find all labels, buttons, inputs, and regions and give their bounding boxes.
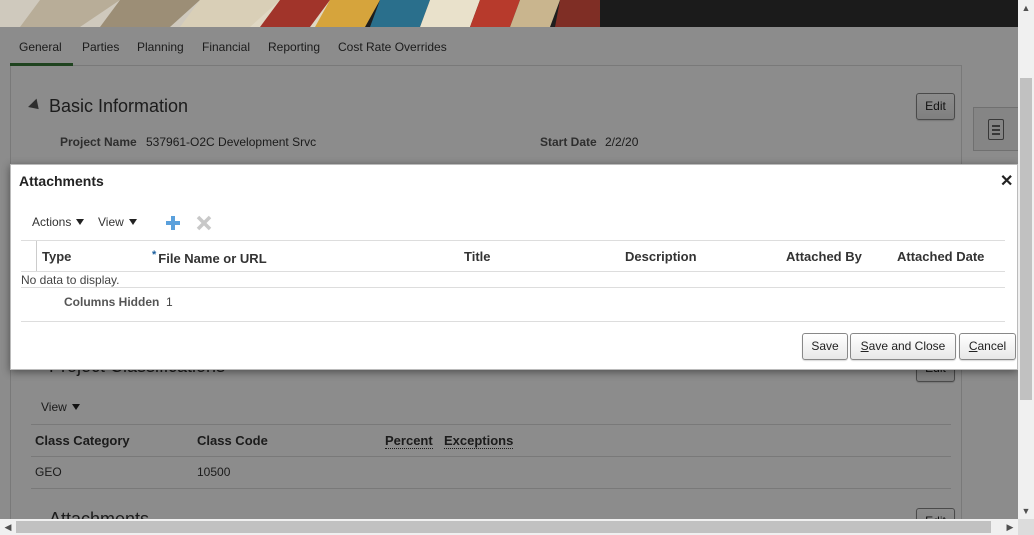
divider <box>21 271 1005 272</box>
actions-label: Actions <box>32 215 72 229</box>
add-icon[interactable] <box>165 215 181 231</box>
vertical-scroll-thumb[interactable] <box>1020 78 1032 400</box>
chevron-down-icon <box>76 219 85 225</box>
scroll-left-icon[interactable]: ◀ <box>0 519 16 535</box>
horizontal-scroll-thumb[interactable] <box>16 521 991 533</box>
attachments-dialog: Attachments ✕ Actions View Type * File Na… <box>10 164 1018 370</box>
save-and-close-mnemonic: S <box>860 339 869 353</box>
save-and-close-button[interactable]: Save and Close <box>850 333 956 360</box>
divider <box>21 240 1005 241</box>
column-separator <box>36 241 37 271</box>
divider <box>21 321 1005 322</box>
header-banner <box>0 0 1034 27</box>
columns-hidden-value: 1 <box>166 295 173 309</box>
save-button[interactable]: Save <box>802 333 848 360</box>
col-attached-date: Attached Date <box>897 249 985 264</box>
col-file-name: * File Name or URL <box>152 249 267 266</box>
col-title: Title <box>464 249 491 264</box>
empty-message: No data to display. <box>21 273 120 287</box>
scroll-up-icon[interactable]: ▲ <box>1018 0 1034 16</box>
view-label: View <box>98 215 124 229</box>
columns-hidden-label: Columns Hidden <box>64 295 160 309</box>
remove-icon[interactable] <box>196 215 212 231</box>
cancel-button[interactable]: Cancel <box>959 333 1016 360</box>
banner-artwork <box>0 0 1018 27</box>
col-type: Type <box>42 249 72 264</box>
divider <box>21 287 1005 288</box>
col-attached-by: Attached By <box>786 249 862 264</box>
scrollbar-corner <box>1018 519 1034 535</box>
scroll-down-icon[interactable]: ▼ <box>1018 503 1034 519</box>
scroll-right-icon[interactable]: ▶ <box>1002 519 1018 535</box>
actions-menu[interactable]: Actions <box>32 215 85 229</box>
chevron-down-icon <box>128 219 137 225</box>
col-file-name-label: File Name or URL <box>158 251 267 266</box>
col-description: Description <box>625 249 697 264</box>
close-icon[interactable]: ✕ <box>1000 171 1013 191</box>
dialog-title: Attachments <box>19 173 104 189</box>
required-marker: * <box>152 249 157 261</box>
view-menu[interactable]: View <box>98 215 137 229</box>
cancel-rest: ancel <box>977 339 1007 353</box>
save-and-close-rest: ave and Close <box>868 339 946 353</box>
